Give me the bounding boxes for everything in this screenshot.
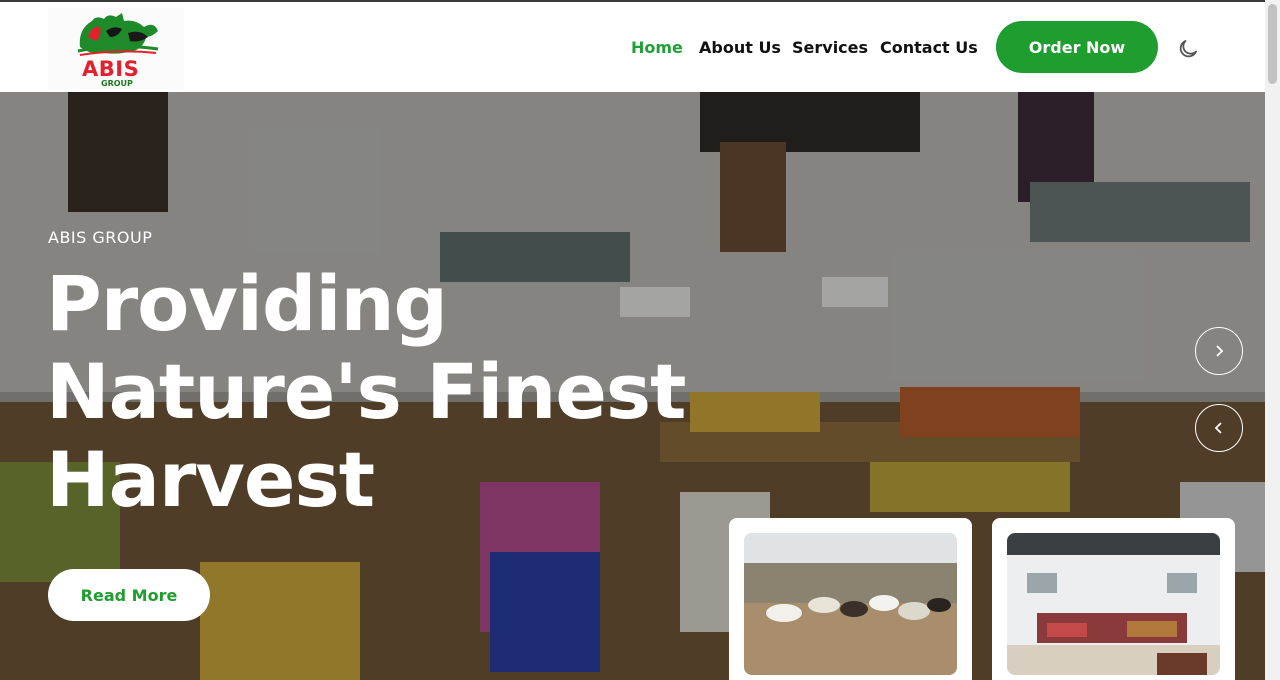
slide-thumbnail-2[interactable] bbox=[992, 518, 1235, 680]
goats-photo bbox=[744, 533, 957, 675]
nav-services-link[interactable]: Services bbox=[792, 38, 868, 57]
moon-icon[interactable] bbox=[1176, 37, 1200, 61]
hero-headline: Providing Nature's Finest Harvest bbox=[46, 260, 746, 524]
scrollbar-thumb[interactable] bbox=[1268, 4, 1277, 84]
chevron-left-icon bbox=[1214, 422, 1222, 434]
headline-line-2: Nature's Finest bbox=[46, 347, 686, 436]
hero-slider: ABIS GROUP Providing Nature's Finest Har… bbox=[0, 92, 1265, 680]
nav-about-link[interactable]: About Us bbox=[699, 38, 781, 57]
slider-next-button[interactable] bbox=[1195, 327, 1243, 375]
read-more-button[interactable]: Read More bbox=[48, 569, 210, 621]
headline-line-3: Harvest bbox=[46, 435, 375, 524]
market-interior-photo bbox=[1007, 533, 1220, 675]
hero-kicker: ABIS GROUP bbox=[48, 228, 153, 247]
page-scrollbar[interactable] bbox=[1265, 0, 1280, 680]
logo-wordmark: ABIS bbox=[82, 57, 140, 81]
slide-thumbnail-1[interactable] bbox=[729, 518, 972, 680]
nav-home-link[interactable]: Home bbox=[631, 38, 683, 57]
headline-line-1: Providing bbox=[46, 259, 448, 348]
abis-logo[interactable]: ABIS GROUP bbox=[48, 7, 184, 89]
site-header: ABIS GROUP Home About Us Services Contac… bbox=[0, 2, 1265, 92]
logo-subtitle: GROUP bbox=[101, 79, 133, 88]
order-now-button[interactable]: Order Now bbox=[996, 21, 1158, 73]
nav-contact-link[interactable]: Contact Us bbox=[880, 38, 978, 57]
chevron-right-icon bbox=[1216, 345, 1224, 357]
slider-prev-button[interactable] bbox=[1195, 404, 1243, 452]
